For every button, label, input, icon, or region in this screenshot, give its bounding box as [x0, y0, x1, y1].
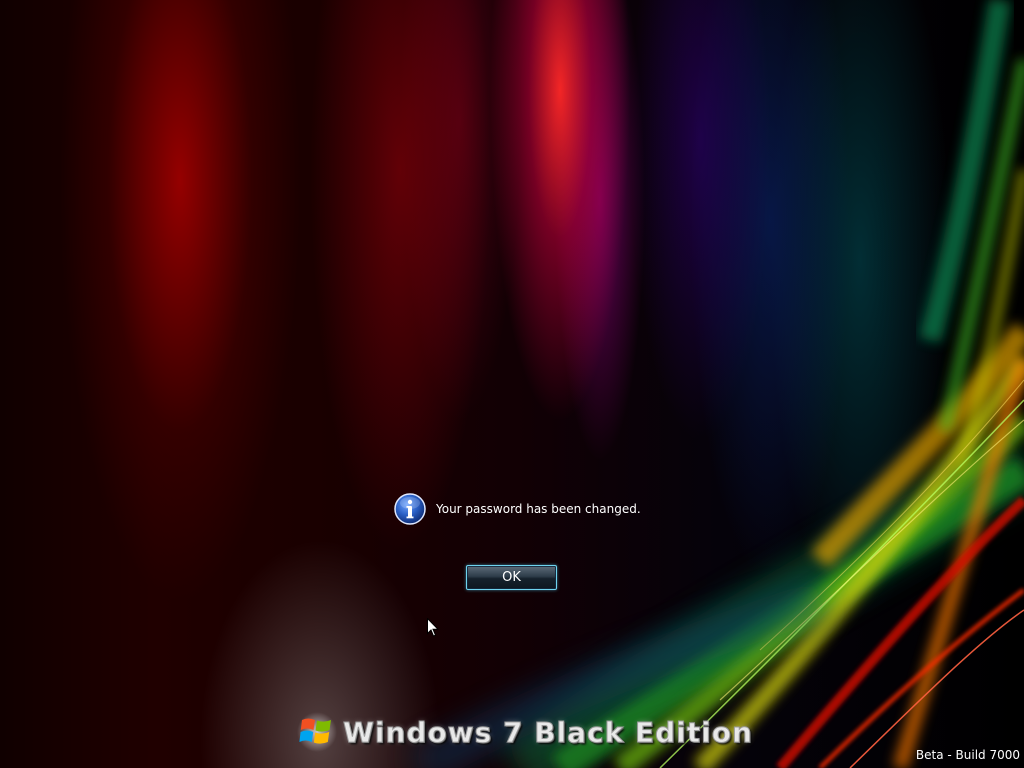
message-row: Your password has been changed. [394, 493, 641, 525]
windows-flag-icon [297, 712, 337, 752]
build-label: Beta - Build 7000 [915, 748, 1020, 762]
wallpaper [0, 0, 1024, 768]
status-message: Your password has been changed. [436, 502, 641, 516]
ok-button-label: OK [502, 570, 521, 585]
mouse-cursor-icon [427, 618, 439, 637]
logon-screen: Your password has been changed. OK Windo… [0, 0, 1024, 768]
wallpaper-aurora-streaks [410, 0, 1024, 768]
edition-branding: Windows 7 Black Edition [297, 708, 753, 756]
info-icon [394, 493, 426, 525]
ok-button[interactable]: OK [466, 565, 557, 590]
edition-title: Windows 7 Black Edition [343, 715, 753, 749]
